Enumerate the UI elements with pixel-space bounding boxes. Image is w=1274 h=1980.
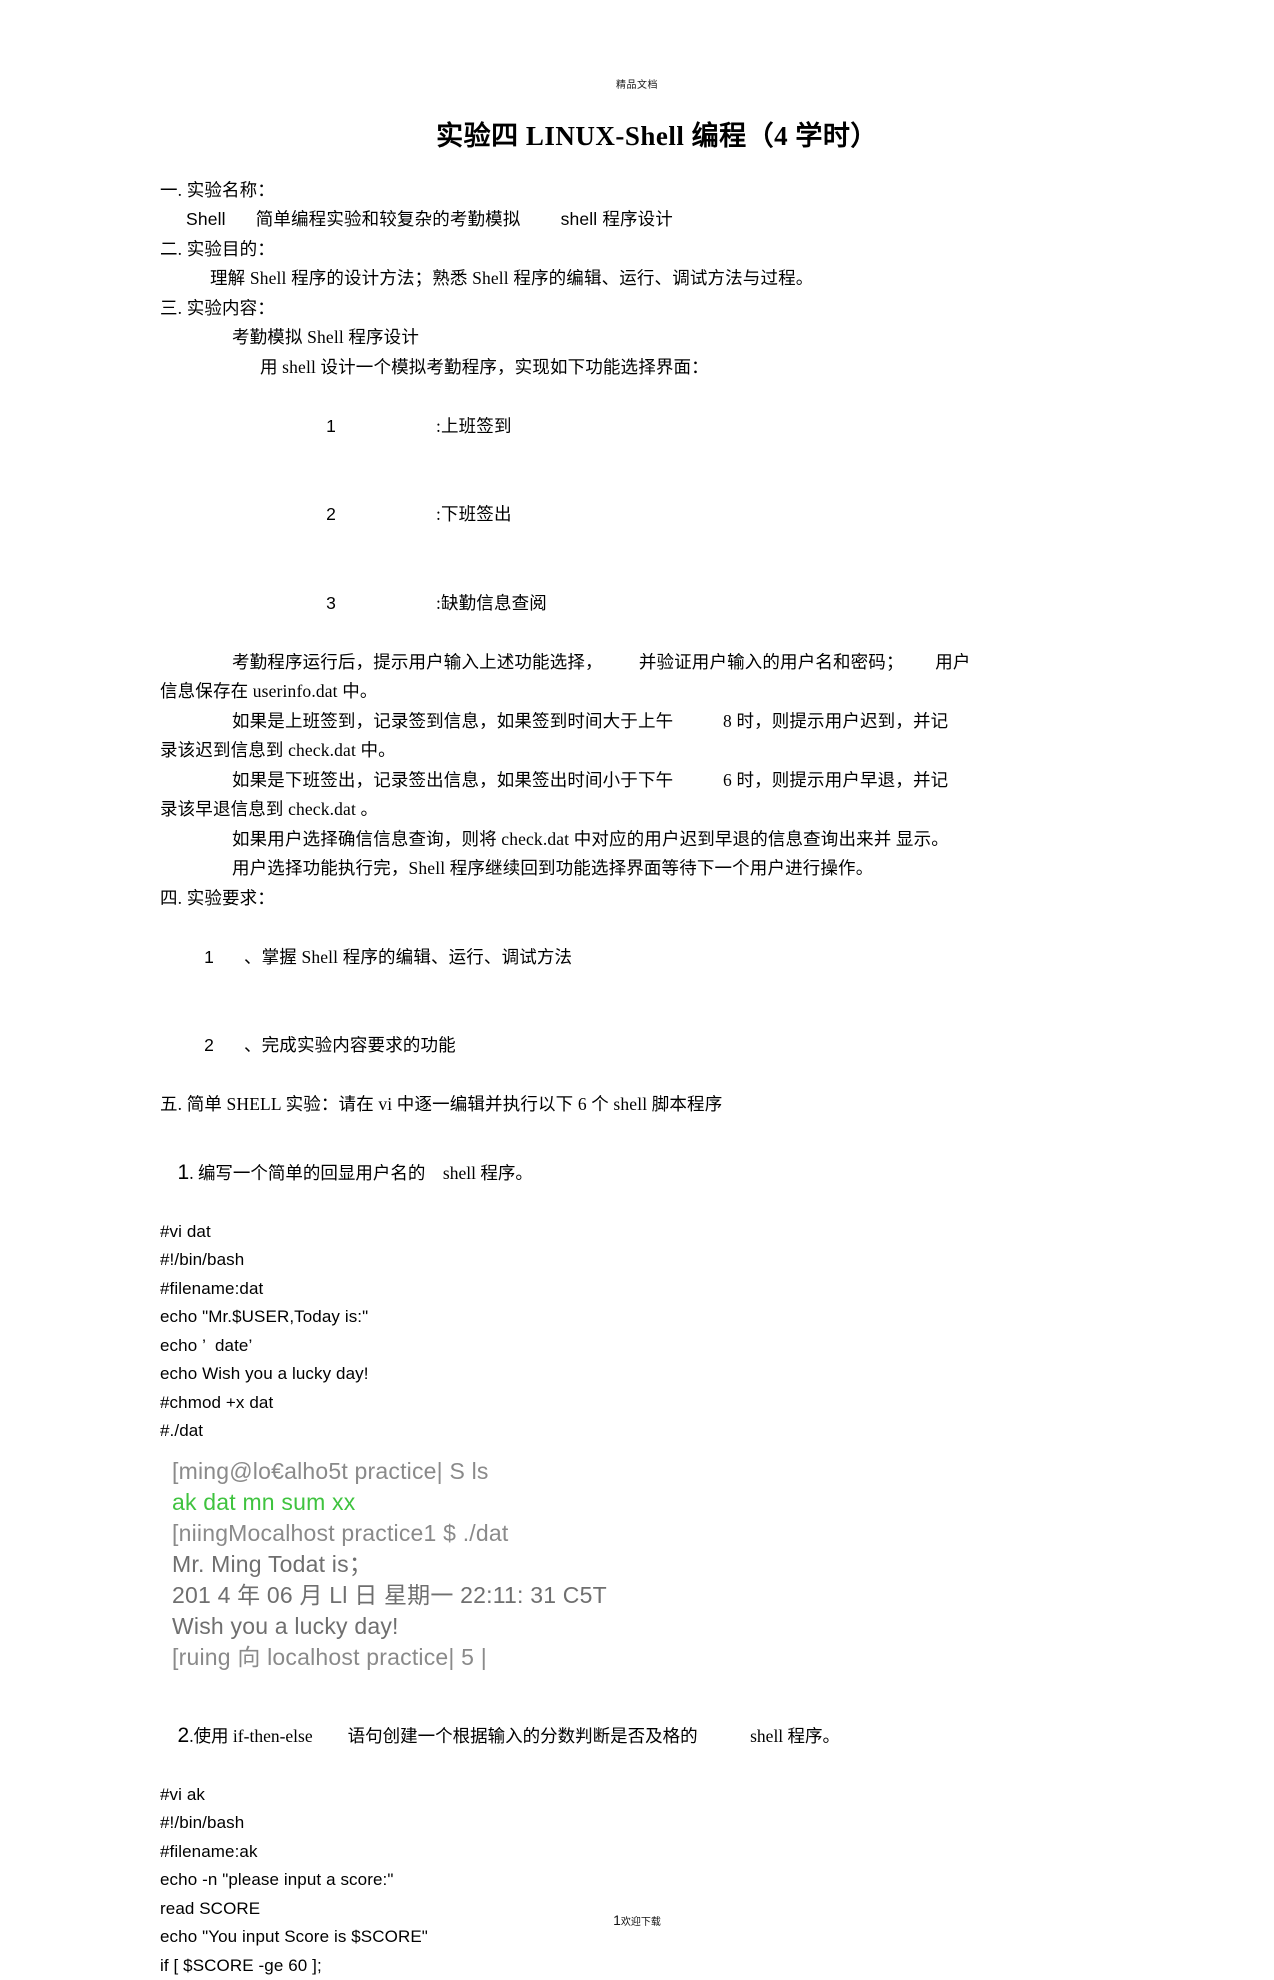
code-line: if [ $SCORE -ge 60 ];	[160, 1955, 322, 1975]
code-line: #vi dat	[160, 1221, 211, 1241]
menu-item-1-label: :上班签到	[436, 415, 512, 436]
section-heading-3: 三. 实验内容：	[160, 297, 275, 318]
section-3-paragraph-4: 如果用户选择确信信息查询，则将 check.dat 中对应的用户迟到早退的信息查…	[232, 828, 949, 849]
section-2-body: 理解 Shell 程序的设计方法；熟悉 Shell 程序的编辑、运行、调试方法与…	[210, 268, 814, 289]
terminal-line-output-date: 201 4 年 06 月 Ll 日 星期一 22:11: 31 C5T	[172, 1581, 607, 1608]
menu-item-2-label: :下班签出	[436, 504, 512, 525]
terminal-screenshot-image: [ming@lo€alho5t practice| S ls ak dat mn…	[160, 1456, 1114, 1673]
document-page: 精品文档 实验四 LINUX-Shell 编程（4 学时） 一. 实验名称： S…	[0, 0, 1274, 1980]
code-line: echo "Mr.$USER,Today is:"	[160, 1307, 369, 1327]
section-1-body: Shell 简单编程实验和较复杂的考勤模拟 shell 程序设计	[186, 209, 673, 230]
requirement-item-1-number: 1	[204, 946, 214, 967]
section-3-paragraph-2b: 录该迟到信息到 check.dat 中。	[160, 740, 396, 761]
menu-item-3-label: :缺勤信息查阅	[436, 592, 547, 613]
requirement-item-2-label: 、完成实验内容要求的功能	[244, 1035, 456, 1056]
section-heading-5: 五. 简单 SHELL 实验：请在 vi 中逐一编辑并执行以下 6 个 shel…	[160, 1094, 723, 1115]
section-3-paragraph-5: 用户选择功能执行完，Shell 程序继续回到功能选择界面等待下一个用户进行操作。	[232, 858, 874, 879]
exercise-2-lead: 2.使用 if-then-else 语句创建一个根据输入的分数判断是否及格的 s…	[160, 1691, 1114, 1781]
requirement-item-1-label: 、掌握 Shell 程序的编辑、运行、调试方法	[244, 946, 573, 967]
terminal-line-output-greeting: Mr. Ming Todat is；	[172, 1550, 373, 1577]
exercise-1-lead: 1. 编写一个简单的回显用户名的 shell 程序。	[160, 1128, 1114, 1218]
exercise-1-text: . 编写一个简单的回显用户名的 shell 程序。	[189, 1162, 533, 1183]
code-line: echo Wish you a lucky day!	[160, 1364, 369, 1384]
code-line: echo -n "please input a score:"	[160, 1870, 394, 1890]
requirement-item-2-number: 2	[204, 1035, 214, 1056]
section-heading-2: 二. 实验目的：	[160, 238, 275, 259]
section-3-paragraph-3b: 录该早退信息到 check.dat 。	[160, 799, 379, 820]
page-footer: 1欢迎下载	[0, 1912, 1274, 1928]
section-heading-4: 四. 实验要求：	[160, 887, 275, 908]
requirement-item-1: 1 、掌握 Shell 程序的编辑、运行、调试方法	[160, 913, 1114, 1002]
code-line: #filename:dat	[160, 1278, 264, 1298]
menu-item-2: 2 :下班签出	[160, 471, 1114, 560]
terminal-line-ls-output: ak dat mn sum xx	[172, 1488, 356, 1515]
code-line: #./dat	[160, 1421, 204, 1441]
exercise-1-code-block: #vi dat #!/bin/bash #filename:dat echo "…	[160, 1218, 1114, 1446]
code-line: #!/bin/bash	[160, 1813, 245, 1833]
section-3-paragraph-1b: 信息保存在 userinfo.dat 中。	[160, 681, 378, 702]
running-header-watermark: 精品文档	[616, 80, 658, 91]
exercise-2-code-block: #vi ak #!/bin/bash #filename:ak echo -n …	[160, 1781, 1114, 1980]
code-line: echo ’ date’	[160, 1335, 253, 1355]
terminal-line-prompt-ls: [ming@lo€alho5t practice| S ls	[172, 1457, 489, 1484]
code-line: #chmod +x dat	[160, 1392, 274, 1412]
menu-item-3-number: 3	[326, 592, 336, 613]
exercise-2-number: 2	[177, 1723, 190, 1747]
menu-item-1: 1 :上班签到	[160, 382, 1114, 471]
exercise-1-number: 1	[177, 1160, 190, 1184]
section-3-paragraph-3a: 如果是下班签出，记录签出信息，如果签出时间小于下午 6 时，则提示用户早退，并记	[232, 769, 949, 790]
section-3-paragraph-1a: 考勤程序运行后，提示用户输入上述功能选择， 并验证用户输入的用户名和密码； 用户	[232, 651, 971, 672]
page-number: 1	[613, 1912, 621, 1929]
exercise-2-text: .使用 if-then-else 语句创建一个根据输入的分数判断是否及格的 sh…	[189, 1725, 841, 1746]
code-line: #vi ak	[160, 1784, 206, 1804]
menu-item-3: 3 :缺勤信息查阅	[160, 559, 1114, 648]
menu-item-2-number: 2	[326, 504, 336, 525]
footer-note: 欢迎下载	[620, 1917, 661, 1929]
code-line: #!/bin/bash	[160, 1250, 245, 1270]
terminal-line-output-wish: Wish you a lucky day!	[172, 1612, 399, 1639]
section-3-line-2: 用 shell 设计一个模拟考勤程序，实现如下功能选择界面：	[260, 356, 709, 377]
terminal-line-prompt-final: [ruing 向 localhost practice| 5 |	[172, 1643, 487, 1670]
page-title: 实验四 LINUX-Shell 编程（4 学时）	[436, 121, 878, 151]
terminal-line-prompt-rundat: [niingMocalhost practice1 $ ./dat	[172, 1519, 509, 1546]
menu-item-1-number: 1	[326, 415, 336, 436]
section-3-line-1: 考勤模拟 Shell 程序设计	[232, 327, 419, 348]
section-heading-1: 一. 实验名称：	[160, 179, 275, 200]
section-3-paragraph-2a: 如果是上班签到，记录签到信息，如果签到时间大于上午 8 时，则提示用户迟到，并记	[232, 710, 949, 731]
requirement-item-2: 2 、完成实验内容要求的功能	[160, 1002, 1114, 1091]
code-line: #filename:ak	[160, 1841, 258, 1861]
